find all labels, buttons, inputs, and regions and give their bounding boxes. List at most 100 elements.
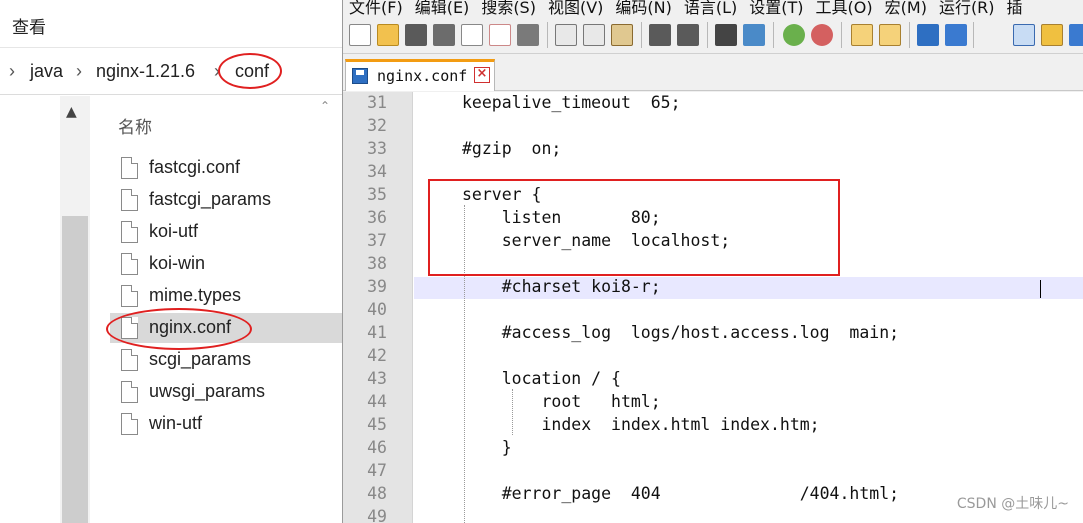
file-name: koi-win: [149, 253, 206, 273]
breadcrumb-conf[interactable]: conf: [235, 61, 269, 82]
tab-bar: nginx.conf ×: [343, 55, 1083, 91]
scroll-up-icon[interactable]: ▲: [66, 104, 77, 120]
file-icon: [121, 413, 138, 435]
line-number: 49: [367, 507, 387, 523]
copy-icon[interactable]: [583, 24, 605, 46]
code-editor[interactable]: 31 32 33 34 35 36 37 38 39 40 41 42 43 4…: [343, 92, 1083, 523]
file-icon: [121, 221, 138, 243]
sort-up-icon: ⌃: [320, 99, 331, 113]
find-icon[interactable]: [715, 24, 737, 46]
close-icon[interactable]: [461, 24, 483, 46]
close-tab-icon[interactable]: ×: [474, 67, 490, 83]
saved-file-icon: [352, 68, 368, 84]
menu-view[interactable]: 视图(V): [548, 0, 603, 18]
text-caret: [1040, 280, 1041, 298]
code-line: listen 80;: [462, 208, 661, 227]
file-explorer: 查看 › java › nginx-1.21.6 › conf ▲ ⌃ 名称 f…: [0, 0, 342, 523]
breadcrumb-java[interactable]: java: [30, 61, 63, 82]
menu-plugins[interactable]: 插: [1007, 0, 1023, 18]
menu-edit[interactable]: 编辑(E): [415, 0, 470, 18]
code-line: location / {: [462, 369, 621, 388]
file-item[interactable]: koi-utf: [110, 217, 342, 247]
toolbar-separator: [547, 22, 548, 48]
line-number: 41: [367, 323, 387, 342]
new-file-icon[interactable]: [349, 24, 371, 46]
file-icon: [121, 157, 138, 179]
code-line: #error_page 404 /404.html;: [462, 484, 900, 503]
file-name: fastcgi_params: [149, 189, 272, 209]
navigation-pane: ▲: [60, 96, 90, 523]
file-item[interactable]: win-utf: [110, 409, 342, 439]
zoom-in-icon[interactable]: [783, 24, 805, 46]
line-number: 46: [367, 438, 387, 457]
word-wrap-icon[interactable]: [917, 24, 939, 46]
paste-icon[interactable]: [611, 24, 633, 46]
code-line-current: #charset koi8-r;: [462, 277, 661, 296]
show-all-chars-icon[interactable]: [945, 24, 967, 46]
file-name: scgi_params: [149, 349, 252, 369]
monitor-icon[interactable]: [1069, 24, 1083, 46]
code-line: #gzip on;: [462, 139, 562, 158]
line-number: 33: [367, 139, 387, 158]
replace-icon[interactable]: [743, 24, 765, 46]
cut-icon[interactable]: [555, 24, 577, 46]
line-number: 43: [367, 369, 387, 388]
menu-settings[interactable]: 设置(T): [749, 0, 803, 18]
menu-run[interactable]: 运行(R): [939, 0, 995, 18]
line-number: 40: [367, 300, 387, 319]
line-number: 34: [367, 162, 387, 181]
file-icon: [121, 317, 138, 339]
line-number: 48: [367, 484, 387, 503]
menu-macro[interactable]: 宏(M): [885, 0, 927, 18]
save-all-icon[interactable]: [433, 24, 455, 46]
file-item[interactable]: mime.types: [110, 281, 342, 311]
line-number: 37: [367, 231, 387, 250]
file-item[interactable]: fastcgi.conf: [110, 153, 342, 183]
zoom-out-icon[interactable]: [811, 24, 833, 46]
toolbar-separator: [773, 22, 774, 48]
watermark: CSDN @土味儿~: [956, 496, 1069, 512]
file-item[interactable]: fastcgi_params: [110, 185, 342, 215]
menu-tools[interactable]: 工具(O): [816, 0, 873, 18]
code-line: #access_log logs/host.access.log main;: [462, 323, 900, 342]
file-item[interactable]: scgi_params: [110, 345, 342, 375]
file-name: nginx.conf: [149, 317, 232, 337]
save-icon[interactable]: [405, 24, 427, 46]
column-header-name[interactable]: 名称: [118, 113, 152, 138]
open-file-icon[interactable]: [377, 24, 399, 46]
print-icon[interactable]: [517, 24, 539, 46]
chevron-right-icon: ›: [9, 61, 15, 81]
menu-language[interactable]: 语言(L): [684, 0, 737, 18]
menu-file[interactable]: 文件(F): [349, 0, 403, 18]
file-icon: [121, 381, 138, 403]
close-all-icon[interactable]: [489, 24, 511, 46]
notepad-plus-plus-window: 文件(F) 编辑(E) 搜索(S) 视图(V) 编码(N) 语言(L) 设置(T) 工具(O)…: [342, 0, 1083, 523]
undo-icon[interactable]: [649, 24, 671, 46]
toolbar-separator: [973, 22, 974, 48]
indent-guide-icon[interactable]: [1013, 24, 1035, 46]
doc-map-icon[interactable]: [1041, 24, 1063, 46]
file-item[interactable]: koi-win: [110, 249, 342, 279]
address-bar[interactable]: › java › nginx-1.21.6 › conf: [0, 49, 342, 95]
tab-nginx-conf[interactable]: nginx.conf ×: [345, 59, 495, 91]
menu-encoding[interactable]: 编码(N): [615, 0, 671, 18]
indent-guide: [464, 205, 465, 523]
chevron-right-icon: ›: [76, 61, 82, 81]
sync-vertical-icon[interactable]: [851, 24, 873, 46]
breadcrumb-nginx[interactable]: nginx-1.21.6: [96, 61, 195, 82]
scrollbar-thumb[interactable]: [62, 216, 88, 523]
redo-icon[interactable]: [677, 24, 699, 46]
toolbar-separator: [909, 22, 910, 48]
file-name: koi-utf: [149, 221, 199, 241]
ribbon: 查看: [0, 0, 342, 48]
ribbon-tab-view[interactable]: 查看: [12, 13, 46, 38]
line-number: 31: [367, 93, 387, 112]
line-number: 36: [367, 208, 387, 227]
code-line: root html;: [462, 392, 661, 411]
sync-horizontal-icon[interactable]: [879, 24, 901, 46]
toolbar: [343, 18, 1083, 54]
menu-search[interactable]: 搜索(S): [481, 0, 536, 18]
file-item[interactable]: uwsgi_params: [110, 377, 342, 407]
file-name: mime.types: [149, 285, 242, 305]
file-item-selected[interactable]: nginx.conf: [110, 313, 342, 343]
